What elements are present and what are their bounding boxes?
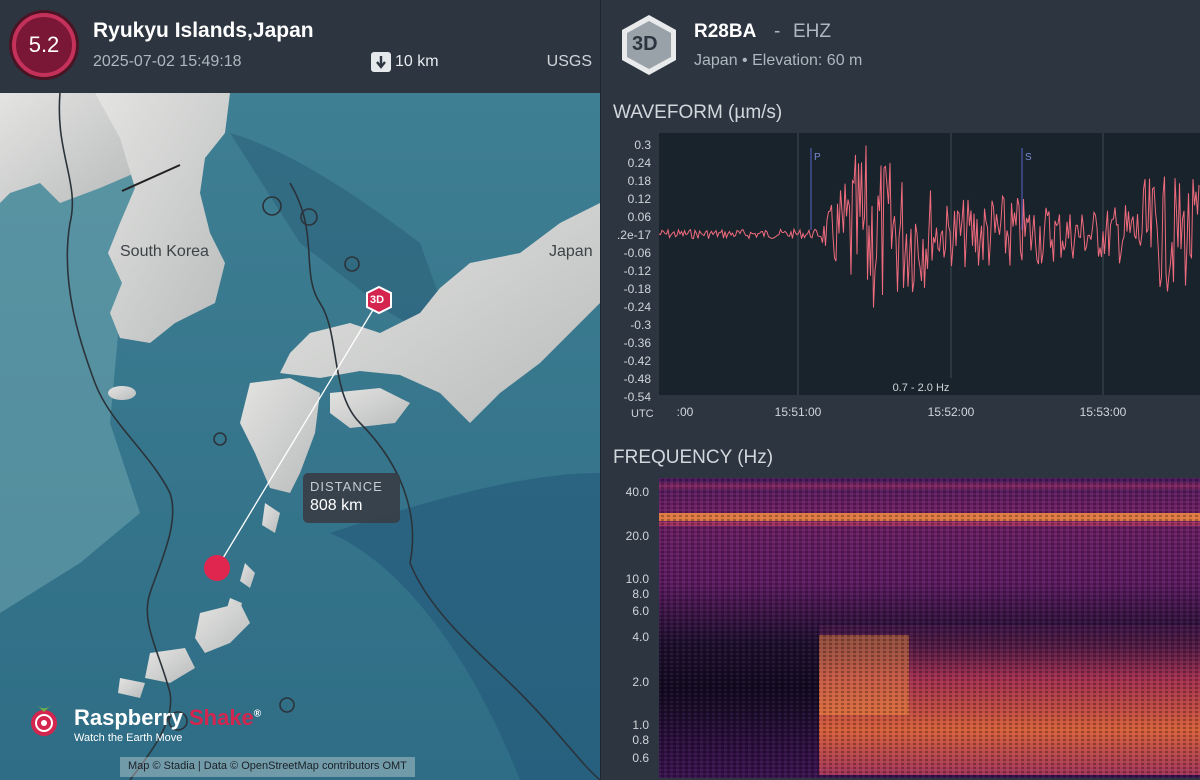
waveform-x-tick-label: :00: [677, 405, 694, 419]
epicenter-marker: [204, 555, 230, 581]
event-location: Ryukyu Islands,Japan: [93, 19, 314, 42]
event-source: USGS: [546, 53, 592, 70]
map-label-korea: South Korea: [120, 243, 209, 260]
spectrogram-y-tick-label: 40.0: [626, 485, 650, 499]
event-header: 5.2 Ryukyu Islands,Japan 2025-07-02 15:4…: [0, 0, 600, 93]
waveform-plot-bg: [659, 133, 1200, 395]
frequency-title: FREQUENCY (Hz): [613, 447, 774, 468]
waveform-chart[interactable]: 0.3 0.24 0.18 0.12 0.06 .2e-17 -0.06 -0.12 -0.18…: [601, 130, 1200, 430]
waveform-y-tick-label: -0.12: [624, 264, 652, 278]
distance-box: DISTANCE 808 km: [303, 473, 400, 523]
spectrogram-y-tick-label: 20.0: [626, 529, 650, 543]
station-separator: -: [774, 21, 781, 42]
raspberry-shake-logo[interactable]: Raspberry Shake® Watch the Earth Move: [22, 697, 272, 747]
event-depth: 10 km: [371, 52, 439, 72]
station-marker-label: 3D: [370, 294, 385, 306]
waveform-x-ticks: :00 15:51:00 15:52:00 15:53:00: [677, 405, 1127, 419]
waveform-y-tick-label: 0.06: [628, 210, 652, 224]
magnitude-value: 5.2: [28, 32, 60, 57]
station-panel: 3D R28BA - EHZ Japan • Elevation: 60 m W…: [600, 0, 1200, 780]
utc-label: UTC: [631, 408, 654, 420]
raspberry-icon: [31, 706, 57, 736]
waveform-y-tick-label: 0.12: [628, 192, 652, 206]
logo-name-b: Shake: [188, 705, 254, 730]
station-channel: EHZ: [793, 21, 831, 42]
map-view[interactable]: South Korea Japan 3D DISTANCE 808 km: [0, 93, 600, 780]
waveform-y-tick-label: 0.24: [628, 156, 652, 170]
waveform-y-tick-label: .2e-17: [617, 228, 651, 242]
spectrogram-y-tick-label: 2.0: [632, 675, 649, 689]
waveform-x-tick-label: 15:52:00: [928, 405, 975, 419]
arrow-down-icon: [371, 52, 391, 72]
waveform-y-tick-label: 0.3: [634, 138, 651, 152]
waveform-y-tick-label: -0.54: [624, 390, 652, 404]
event-depth-value: 10 km: [395, 53, 439, 70]
station-badge-text: 3D: [632, 33, 658, 55]
spectrogram-chart[interactable]: 40.0 20.0 10.08.0 6.0 4.0 2.0 1.00.8 0.6: [601, 475, 1200, 780]
waveform-y-ticks: 0.3 0.24 0.18 0.12 0.06 .2e-17 -0.06 -0.12 -0.18…: [617, 138, 651, 404]
spectrogram-y-tick-label: 6.0: [632, 604, 649, 618]
waveform-y-tick-label: -0.36: [624, 336, 652, 350]
waveform-y-tick-label: -0.24: [624, 300, 652, 314]
spectrogram-y-tick-label: 8.0: [632, 587, 649, 601]
waveform-y-tick-label: -0.18: [624, 282, 652, 296]
spectrogram-texture: [659, 478, 1200, 778]
station-meta: Japan • Elevation: 60 m: [694, 52, 863, 69]
distance-label: DISTANCE: [310, 479, 383, 494]
filter-label: 0.7 - 2.0 Hz: [893, 382, 950, 394]
map-label-japan: Japan: [549, 243, 593, 260]
spectrogram-y-ticks: 40.0 20.0 10.08.0 6.0 4.0 2.0 1.00.8 0.6: [626, 485, 650, 765]
spectrogram-y-tick-label: 10.0: [626, 572, 650, 586]
logo-name-a: Raspberry: [74, 705, 183, 730]
logo-name: Raspberry Shake®: [74, 705, 261, 731]
waveform-y-tick-label: -0.06: [624, 246, 652, 260]
waveform-y-tick-label: -0.3: [630, 318, 651, 332]
waveform-x-tick-label: 15:51:00: [775, 405, 822, 419]
spectrogram-y-tick-label: 0.6: [632, 751, 649, 765]
spectrogram-y-tick-label: 0.8: [632, 733, 649, 747]
spectrogram-y-tick-label: 1.0: [632, 718, 649, 732]
event-panel: 5.2 Ryukyu Islands,Japan 2025-07-02 15:4…: [0, 0, 600, 780]
waveform-title: WAVEFORM (µm/s): [613, 102, 783, 123]
waveform-y-tick-label: -0.48: [624, 372, 652, 386]
event-datetime: 2025-07-02 15:49:18: [93, 53, 242, 70]
app-root: 5.2 Ryukyu Islands,Japan 2025-07-02 15:4…: [0, 0, 1200, 780]
waveform-y-tick-label: -0.42: [624, 354, 652, 368]
spectrogram-y-tick-label: 4.0: [632, 630, 649, 644]
map-attribution[interactable]: Map © Stadia | Data © OpenStreetMap cont…: [120, 757, 415, 777]
distance-value: 808 km: [310, 497, 363, 514]
logo-mark: ®: [253, 708, 262, 720]
phase-marker-label: P: [814, 152, 821, 163]
magnitude-badge: 5.2: [12, 13, 76, 77]
phase-marker-label: S: [1025, 152, 1032, 163]
waveform-x-tick-label: 15:53:00: [1080, 405, 1127, 419]
station-code: R28BA: [694, 21, 757, 42]
map-terrain: [0, 93, 600, 780]
logo-tagline: Watch the Earth Move: [74, 732, 183, 744]
waveform-y-tick-label: 0.18: [628, 174, 652, 188]
